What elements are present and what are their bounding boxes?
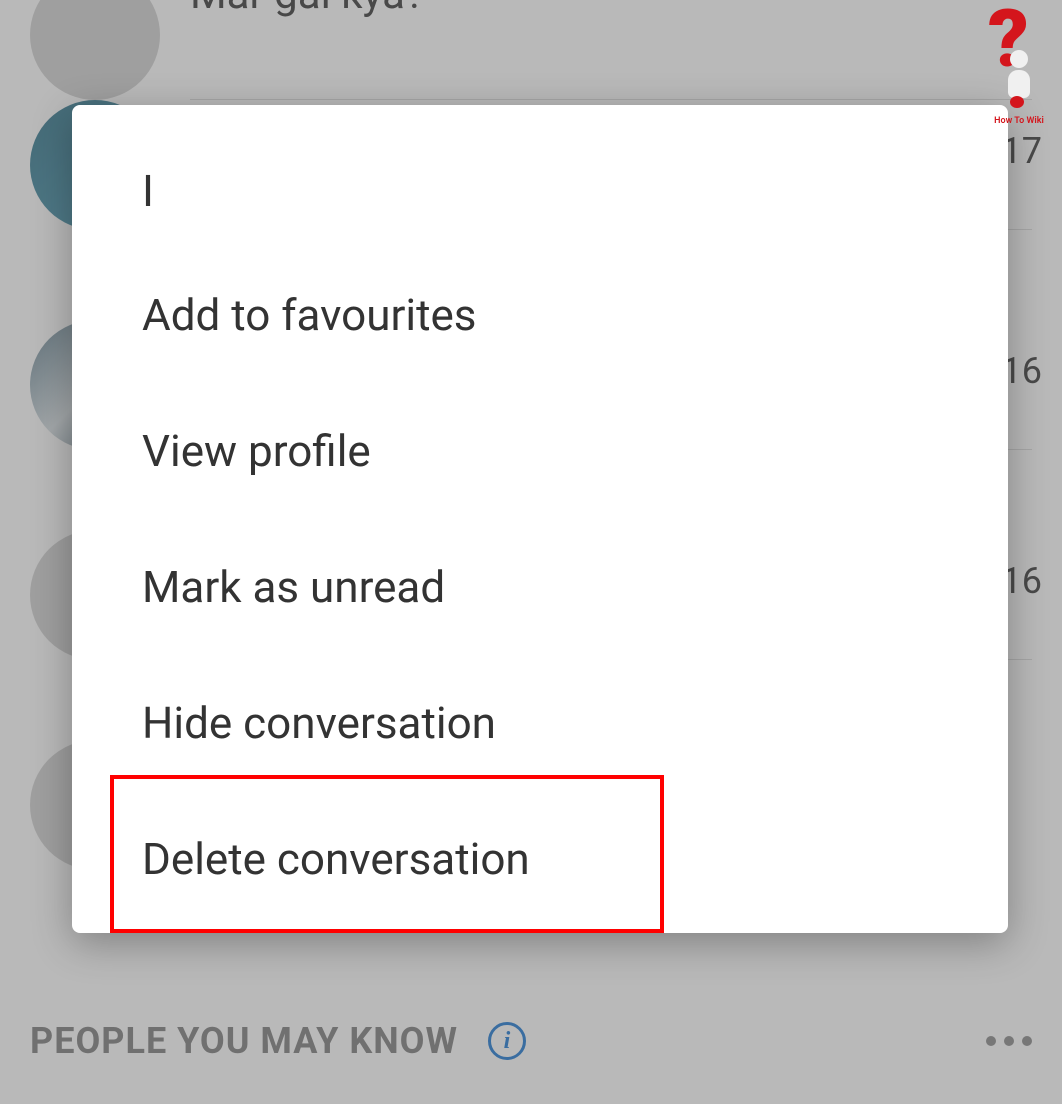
add-to-favourites-item[interactable]: Add to favourites (72, 247, 1008, 383)
context-menu-modal: I Add to favourites View profile Mark as… (72, 105, 1008, 933)
watermark-text: How To Wiki (986, 116, 1052, 126)
watermark-logo: ? How To Wiki (986, 8, 1052, 126)
delete-conversation-item[interactable]: Delete conversation (72, 791, 1008, 927)
hide-conversation-item[interactable]: Hide conversation (72, 655, 1008, 791)
modal-title: I (72, 165, 1008, 247)
view-profile-item[interactable]: View profile (72, 383, 1008, 519)
mark-as-unread-item[interactable]: Mark as unread (72, 519, 1008, 655)
